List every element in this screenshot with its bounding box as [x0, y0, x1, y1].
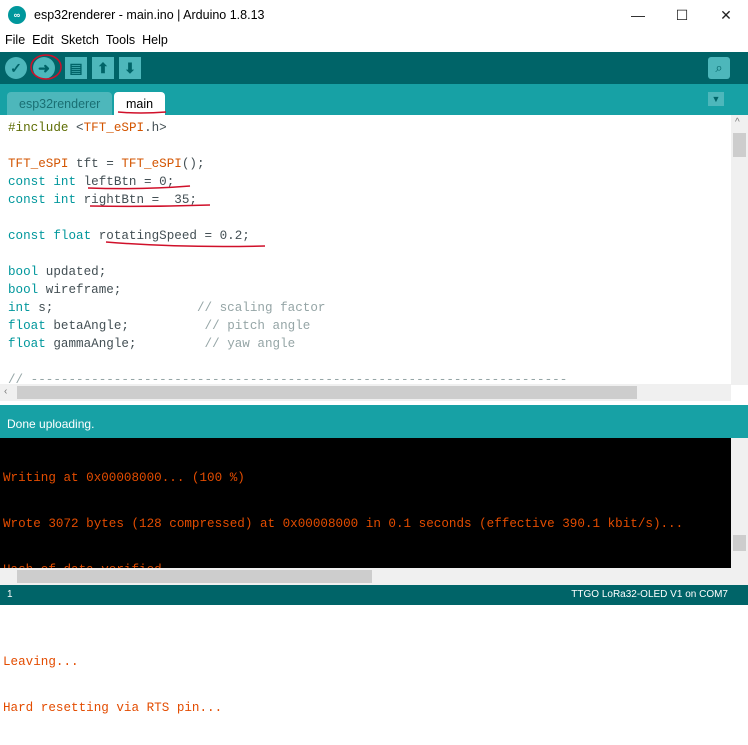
- code-token: betaAngle;: [45, 319, 205, 333]
- code-line[interactable]: [8, 353, 567, 371]
- code-token: TFT_eSPI: [83, 121, 145, 135]
- code-token: const float: [8, 229, 92, 243]
- verify-button[interactable]: ✓: [5, 57, 27, 79]
- code-token: const int: [8, 193, 77, 207]
- code-line[interactable]: float gammaAngle; // yaw angle: [8, 335, 567, 353]
- code-line[interactable]: bool wireframe;: [8, 281, 567, 299]
- code-line[interactable]: #include <TFT_eSPI.h>: [8, 119, 567, 137]
- close-button[interactable]: ✕: [704, 0, 748, 30]
- menu-edit[interactable]: Edit: [32, 33, 54, 47]
- title-bar: ∞ esp32renderer - main.ino | Arduino 1.8…: [0, 0, 748, 30]
- code-token: wireframe;: [38, 283, 122, 297]
- code-token: bool: [8, 265, 39, 279]
- console-line: Leaving...: [3, 655, 79, 669]
- code-line[interactable]: [8, 209, 567, 227]
- code-token: <: [68, 121, 84, 135]
- scroll-thumb[interactable]: [17, 570, 372, 583]
- code-line[interactable]: bool updated;: [8, 263, 567, 281]
- code-token: updated;: [38, 265, 107, 279]
- code-line[interactable]: const int leftBtn = 0;: [8, 173, 567, 191]
- code-line[interactable]: [8, 245, 567, 263]
- code-token: tft =: [68, 157, 122, 171]
- line-number: 1: [7, 589, 13, 600]
- scroll-thumb[interactable]: [17, 386, 637, 399]
- tab-esp32renderer[interactable]: esp32renderer: [7, 92, 113, 115]
- maximize-button[interactable]: ☐: [660, 0, 704, 30]
- code-line[interactable]: const int rightBtn = 35;: [8, 191, 567, 209]
- menu-tools[interactable]: Tools: [106, 33, 135, 47]
- editor-horizontal-scrollbar[interactable]: ‹: [0, 384, 731, 401]
- scroll-thumb[interactable]: [733, 535, 746, 551]
- scroll-thumb[interactable]: [733, 133, 746, 157]
- bottom-status-bar: 1 TTGO LoRa32-OLED V1 on COM7: [0, 585, 748, 605]
- code-token: TFT_eSPI: [8, 157, 69, 171]
- code-token: bool: [8, 283, 39, 297]
- menu-file[interactable]: File: [5, 33, 25, 47]
- code-token: // yaw angle: [204, 337, 296, 351]
- code-token: float: [8, 337, 46, 351]
- editor-vertical-scrollbar[interactable]: ^: [731, 115, 748, 385]
- tab-bar: esp32renderer main ▼: [0, 84, 748, 115]
- code-line[interactable]: [8, 137, 567, 155]
- upload-button[interactable]: ➜: [33, 57, 55, 79]
- code-token: float: [8, 319, 46, 333]
- open-button[interactable]: ⬆: [92, 57, 114, 79]
- code-token: TFT_eSPI: [121, 157, 182, 171]
- code-token: const int: [8, 175, 77, 189]
- console-horizontal-scrollbar[interactable]: [0, 568, 748, 585]
- code-text[interactable]: #include <TFT_eSPI.h> TFT_eSPI tft = TFT_…: [8, 119, 567, 389]
- menu-help[interactable]: Help: [142, 33, 168, 47]
- code-line[interactable]: float betaAngle; // pitch angle: [8, 317, 567, 335]
- console-line: Hard resetting via RTS pin...: [3, 701, 223, 715]
- code-token: rotatingSpeed = 0.2;: [91, 229, 250, 243]
- toolbar: ✓ ➜ ▤ ⬆ ⬇ ⌕: [0, 52, 748, 84]
- console-line: Writing at 0x00008000... (100 %): [3, 471, 245, 485]
- code-line[interactable]: TFT_eSPI tft = TFT_eSPI();: [8, 155, 567, 173]
- code-token: leftBtn = 0;: [76, 175, 175, 189]
- code-token: .h>: [144, 121, 167, 135]
- code-token: #include: [8, 121, 69, 135]
- tab-menu-button[interactable]: ▼: [708, 92, 724, 106]
- save-button[interactable]: ⬇: [119, 57, 141, 79]
- code-token: gammaAngle;: [45, 337, 205, 351]
- tab-main[interactable]: main: [114, 92, 166, 115]
- console-line: Wrote 3072 bytes (128 compressed) at 0x0…: [3, 517, 684, 531]
- code-line[interactable]: const float rotatingSpeed = 0.2;: [8, 227, 567, 245]
- serial-monitor-button[interactable]: ⌕: [708, 57, 730, 79]
- code-token: // pitch angle: [204, 319, 311, 333]
- code-editor[interactable]: #include <TFT_eSPI.h> TFT_eSPI tft = TFT_…: [0, 115, 748, 401]
- code-token: int: [8, 301, 31, 315]
- menu-sketch[interactable]: Sketch: [61, 33, 99, 47]
- board-port-label: TTGO LoRa32-OLED V1 on COM7: [571, 589, 728, 600]
- arduino-logo-icon: ∞: [8, 6, 26, 24]
- status-message: Done uploading.: [0, 405, 748, 438]
- minimize-button[interactable]: —: [616, 0, 660, 30]
- code-token: rightBtn = 35;: [76, 193, 197, 207]
- code-token: // scaling factor: [196, 301, 326, 315]
- code-line[interactable]: int s; // scaling factor: [8, 299, 567, 317]
- menu-bar: File Edit Sketch Tools Help: [0, 30, 748, 50]
- console-output: Writing at 0x00008000... (100 %) Wrote 3…: [0, 438, 748, 715]
- console-vertical-scrollbar[interactable]: [731, 438, 748, 568]
- window-title: esp32renderer - main.ino | Arduino 1.8.1…: [34, 8, 265, 22]
- code-token: ();: [181, 157, 205, 171]
- new-sketch-button[interactable]: ▤: [65, 57, 87, 79]
- code-token: s;: [30, 301, 197, 315]
